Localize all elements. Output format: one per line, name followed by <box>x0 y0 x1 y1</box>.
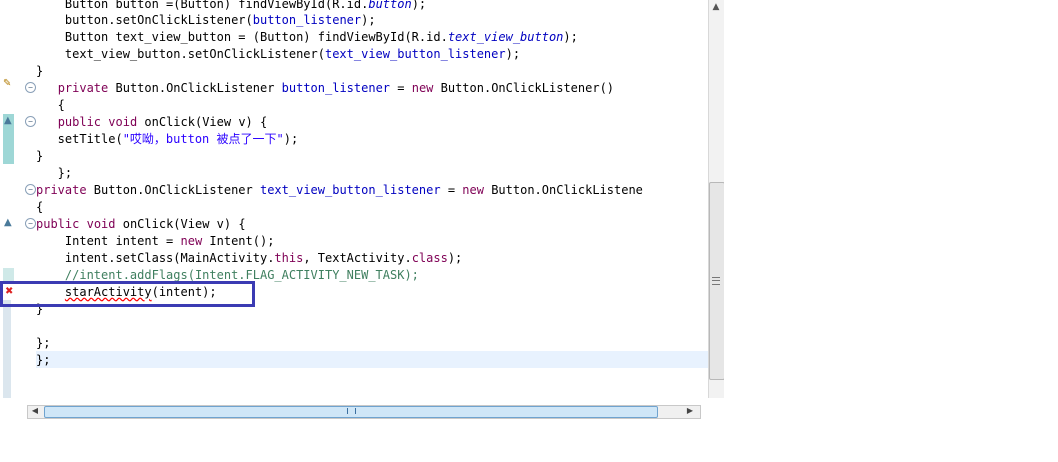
code-line[interactable]: private Button.OnClickListener text_view… <box>36 182 643 199</box>
fold-collapse-icon[interactable]: − <box>25 184 36 195</box>
code-editor[interactable]: ✎ ▲ ▲ ✖ − − − − Button button =(Button) … <box>0 0 724 415</box>
annotation-ruler: ✎ ▲ ▲ ✖ <box>0 0 22 398</box>
code-line[interactable]: public void onClick(View v) { <box>36 114 268 131</box>
fold-collapse-icon[interactable]: − <box>25 218 36 229</box>
code-line[interactable]: } <box>36 63 43 80</box>
scroll-right-arrow-icon[interactable]: ▶ <box>684 406 696 416</box>
scroll-up-arrow-icon[interactable]: ▲ <box>709 0 723 14</box>
scroll-grip-icon <box>347 408 356 414</box>
current-line-highlight <box>36 351 708 368</box>
code-line[interactable]: Intent intent = new Intent(); <box>36 233 275 250</box>
fold-collapse-icon[interactable]: − <box>25 82 36 93</box>
override-marker-icon[interactable]: ▲ <box>4 217 12 229</box>
code-line[interactable]: button.setOnClickListener(button_listene… <box>36 12 376 29</box>
override-marker-icon[interactable]: ▲ <box>4 115 12 127</box>
code-line[interactable]: public void onClick(View v) { <box>36 216 246 233</box>
code-line[interactable]: } <box>36 148 43 165</box>
code-line[interactable]: text_view_button.setOnClickListener(text… <box>36 46 520 63</box>
scroll-grip-icon <box>712 277 720 285</box>
code-line[interactable]: intent.setClass(MainActivity.this, TextA… <box>36 250 462 267</box>
code-line[interactable]: private Button.OnClickListener button_li… <box>36 80 614 97</box>
quick-diff-bar <box>3 300 11 398</box>
code-line[interactable]: }; <box>36 335 50 352</box>
code-line[interactable]: { <box>36 199 43 216</box>
code-line[interactable]: { <box>36 97 65 114</box>
code-line[interactable]: setTitle("哎呦，button 被点了一下"); <box>36 131 299 148</box>
code-line[interactable]: Button text_view_button = (Button) findV… <box>36 29 578 46</box>
highlight-annotation-box <box>0 281 255 307</box>
scroll-left-arrow-icon[interactable]: ◀ <box>29 406 41 416</box>
fold-collapse-icon[interactable]: − <box>25 116 36 127</box>
code-line[interactable]: }; <box>36 352 50 369</box>
override-marker-icon[interactable]: ✎ <box>3 78 11 90</box>
code-line[interactable]: }; <box>36 165 72 182</box>
